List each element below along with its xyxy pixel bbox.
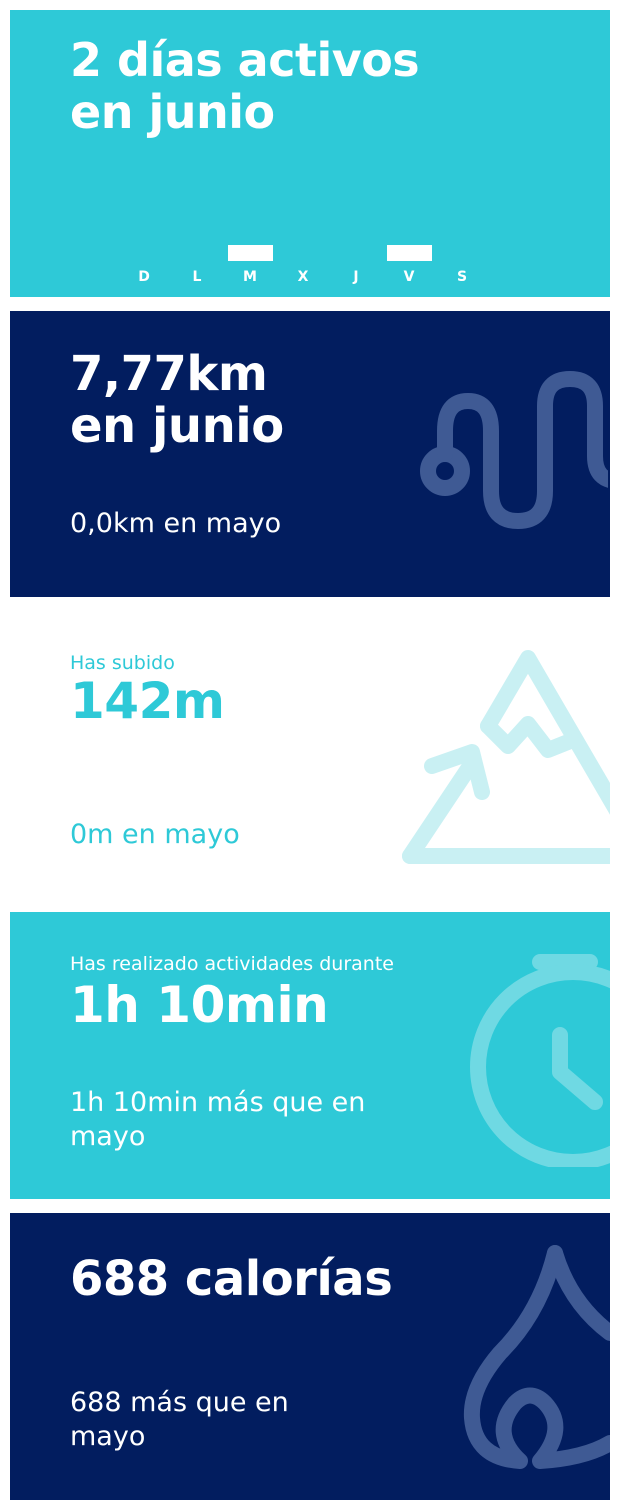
elevation-value: 142m [70, 672, 225, 730]
route-icon [420, 371, 608, 529]
weekday-label: S [456, 269, 468, 285]
flame-icon [463, 1245, 610, 1469]
elevation-card: Has subido 142m 0m en mayo [10, 611, 610, 898]
weekday-label: J [353, 269, 359, 285]
active-days-title-line2: en junio [70, 85, 275, 139]
weekday-label: V [403, 269, 415, 285]
weekday-label: D [138, 269, 150, 285]
distance-value: 7,77km [70, 346, 268, 402]
distance-card: 7,77km en junio 0,0km en mayo [10, 311, 610, 597]
active-time-value: 1h 10min [70, 976, 329, 1034]
active-day-bar [228, 245, 273, 261]
calories-comparison: 688 más que en mayo [70, 1387, 289, 1452]
active-days-title-line1: 2 días activos [70, 33, 420, 87]
active-time-label: Has realizado actividades durante [70, 953, 394, 975]
distance-period: en junio [70, 398, 284, 454]
distance-title: 7,77km en junio [70, 348, 284, 452]
active-days-card: 2 días activos en junio D L M X J V S [10, 10, 610, 297]
elevation-comparison: 0m en mayo [70, 819, 240, 850]
calories-value: 688 calorías [70, 1251, 393, 1307]
active-day-bar [387, 245, 432, 261]
calories-card: 688 calorías 688 más que en mayo [10, 1213, 610, 1500]
stopwatch-icon [470, 954, 610, 1167]
active-days-title: 2 días activos en junio [70, 33, 420, 139]
weekday-label: M [243, 269, 257, 285]
weekday-label: X [297, 269, 309, 285]
mountain-icon [402, 650, 610, 864]
active-time-card: Has realizado actividades durante 1h 10m… [10, 912, 610, 1199]
active-time-comparison: 1h 10min más que en mayo [70, 1087, 366, 1152]
weekday-label: L [192, 269, 202, 285]
distance-comparison: 0,0km en mayo [70, 508, 282, 539]
